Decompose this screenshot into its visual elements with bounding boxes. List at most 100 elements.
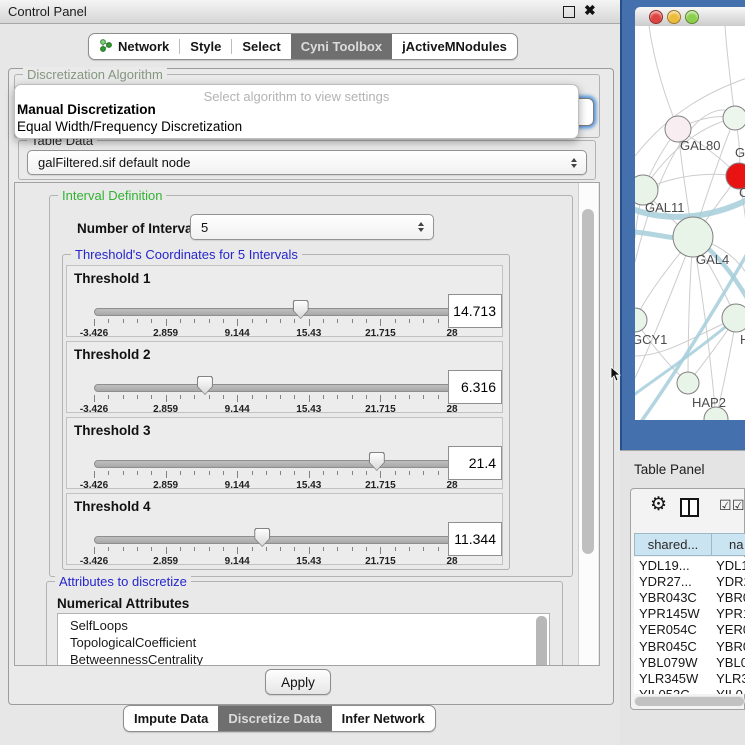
table-row[interactable]: YIL053CYIL0 <box>634 687 745 695</box>
tick-mark <box>123 395 124 399</box>
slider-track[interactable] <box>94 384 454 392</box>
numerical-attributes-list[interactable]: SelfLoopsTopologicalCoefficientBetweenne… <box>57 613 550 666</box>
slider-track[interactable] <box>94 536 454 544</box>
tab-label: Discretize Data <box>228 711 321 726</box>
threshold-value-field[interactable]: 14.713 <box>448 294 502 328</box>
table-data-combo[interactable]: galFiltered.sif default node <box>27 150 587 175</box>
tab-impute-data[interactable]: Impute Data <box>124 706 218 731</box>
slider-track[interactable] <box>94 460 454 468</box>
gear-icon[interactable]: ⚙ <box>650 495 667 514</box>
network-canvas[interactable]: GAL80GACGAL11GAL4GCY1HHAP2 <box>635 26 745 420</box>
threshold-value-field[interactable]: 6.316 <box>448 370 502 404</box>
slider-tick-labels: -3.4262.8599.14415.4321.71528 <box>94 556 452 567</box>
tick-mark <box>266 319 267 323</box>
threshold-slider[interactable]: -3.4262.8599.14415.4321.71528 <box>94 452 452 490</box>
zoom-traffic-light[interactable] <box>685 10 699 24</box>
threshold-slider[interactable]: -3.4262.8599.14415.4321.71528 <box>94 376 452 414</box>
slider-track[interactable] <box>94 308 454 316</box>
tick-mark <box>123 319 124 323</box>
settings-scrollpane: Interval Definition Number of Intervals … <box>14 182 600 666</box>
network-node[interactable] <box>673 217 713 257</box>
node-label: GAL4 <box>696 252 729 267</box>
cell-name: YIL0 <box>712 687 745 694</box>
threshold-value-field[interactable]: 21.4 <box>448 446 502 480</box>
threshold-value-field[interactable]: 11.344 <box>448 522 502 556</box>
dropdown-option-manual-discretization[interactable]: Manual Discretization <box>17 102 569 117</box>
slider-tick-labels: -3.4262.8599.14415.4321.71528 <box>94 480 452 491</box>
table-row[interactable]: YDR27...YDR2 <box>634 573 745 589</box>
list-scrollbar[interactable] <box>536 616 547 666</box>
tick-mark <box>337 395 338 399</box>
network-window-titlebar[interactable] <box>635 7 745 27</box>
tab-cyni-toolbox[interactable]: Cyni Toolbox <box>291 34 392 59</box>
slider-ticks <box>94 319 452 327</box>
table-row[interactable]: YPR145WYPR1 <box>634 606 745 622</box>
apply-button[interactable]: Apply <box>265 669 331 695</box>
attribute-item[interactable]: BetweennessCentrality <box>58 651 549 666</box>
checkbox-icon[interactable]: ☑ <box>719 499 732 511</box>
tick-mark <box>380 395 381 402</box>
tick-mark <box>352 547 353 551</box>
tab-jactivemnodules[interactable]: jActiveMNodules <box>392 34 517 59</box>
network-node[interactable] <box>723 106 745 130</box>
tab-style[interactable]: Style <box>180 34 231 59</box>
network-node[interactable] <box>635 308 647 332</box>
attribute-item[interactable]: TopologicalCoefficient <box>58 634 549 651</box>
cell-shared-name: YPR145W <box>634 606 712 621</box>
network-node[interactable] <box>677 372 699 394</box>
slider-thumb[interactable] <box>254 528 270 547</box>
tick-mark <box>166 319 167 326</box>
tab-infer-network[interactable]: Infer Network <box>332 706 435 731</box>
table-panel: Table Panel ⚙ ☑ ☑ shared... na YDL19...Y… <box>620 450 745 745</box>
cell-name: YER0 <box>712 622 745 637</box>
slider-thumb[interactable] <box>197 376 213 395</box>
tick-mark <box>423 547 424 551</box>
attribute-item[interactable]: SelfLoops <box>58 614 549 634</box>
table-row[interactable]: YER054CYER0 <box>634 622 745 638</box>
tick-mark <box>151 471 152 475</box>
close-traffic-light[interactable] <box>649 10 663 24</box>
tick-mark <box>180 319 181 323</box>
table-row[interactable]: YBR045CYBR0 <box>634 638 745 654</box>
table-hscrollbar[interactable] <box>634 696 745 706</box>
settings-scrollbar[interactable] <box>578 183 598 665</box>
tab-select[interactable]: Select <box>232 34 290 59</box>
tick-mark <box>366 319 367 323</box>
tick-mark <box>237 547 238 554</box>
float-window-icon[interactable] <box>563 6 575 18</box>
network-edge <box>725 26 735 118</box>
table-row[interactable]: YLR345WYLR3 <box>634 670 745 686</box>
columns-icon[interactable] <box>680 498 699 517</box>
threshold-slider[interactable]: -3.4262.8599.14415.4321.71528 <box>94 528 452 566</box>
tick-label: 9.144 <box>225 556 250 567</box>
tick-mark <box>323 471 324 475</box>
tab-discretize-data[interactable]: Discretize Data <box>218 706 331 731</box>
tick-mark <box>209 547 210 551</box>
tab-network[interactable]: Network <box>89 34 179 59</box>
table-row[interactable]: YBL079WYBL0 <box>634 654 745 670</box>
node-label: GAL80 <box>680 138 720 153</box>
tick-mark <box>209 395 210 399</box>
tick-label: -3.426 <box>80 404 108 415</box>
column-header-shared-name[interactable]: shared... <box>634 533 711 556</box>
threshold-slider[interactable]: -3.4262.8599.14415.4321.71528 <box>94 300 452 338</box>
tick-mark <box>323 547 324 551</box>
table-row[interactable]: YBR043CYBR0 <box>634 589 745 605</box>
network-node[interactable] <box>722 304 745 332</box>
close-icon[interactable]: ✖ <box>584 2 596 19</box>
tick-mark <box>438 319 439 323</box>
dropdown-option-equal-width-frequency[interactable]: Equal Width/Frequency Discretization <box>17 119 569 134</box>
interval-definition-group: Interval Definition Number of Intervals … <box>49 195 573 577</box>
minimize-traffic-light[interactable] <box>667 10 681 24</box>
threshold-label: Threshold 4 <box>74 499 151 514</box>
tick-mark <box>280 395 281 399</box>
number-of-intervals-combo[interactable]: 5 <box>190 214 434 240</box>
slider-thumb[interactable] <box>369 452 385 471</box>
table-row[interactable]: YDL19...YDL1 <box>634 557 745 573</box>
tick-label: 2.859 <box>153 480 178 491</box>
combo-arrows-icon <box>571 158 577 168</box>
checkbox-icon[interactable]: ☑ <box>732 499 745 511</box>
tick-mark <box>294 395 295 399</box>
slider-thumb[interactable] <box>293 300 309 319</box>
column-header-name[interactable]: na <box>711 533 745 556</box>
